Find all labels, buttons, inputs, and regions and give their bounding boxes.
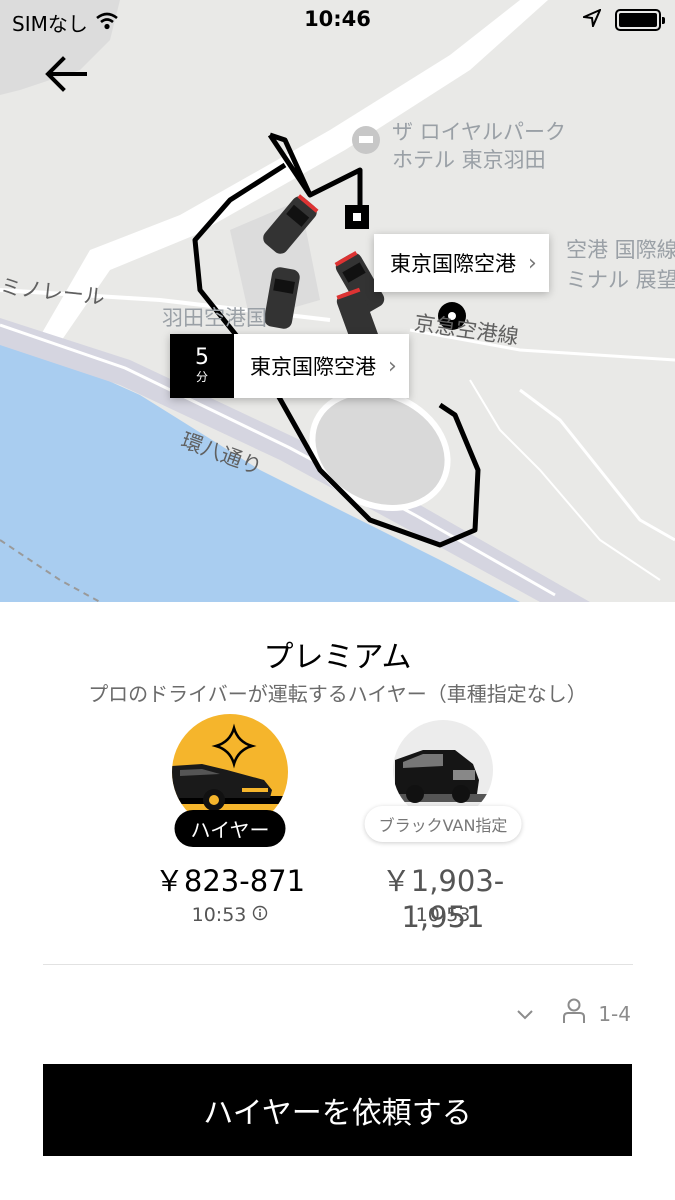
options-row: 1-4: [516, 998, 631, 1029]
vehicle-name-chip: ブラックVAN指定: [364, 806, 522, 842]
person-icon: [562, 998, 586, 1029]
divider: [43, 964, 633, 965]
map-label-hotel: ザ ロイヤルパーク ホテル 東京羽田: [392, 120, 567, 172]
vehicle-eta-time: 10:53: [191, 904, 247, 926]
vehicle-name-chip: ハイヤー: [174, 810, 286, 847]
pickup-tag-label: 東京国際空港: [390, 252, 516, 276]
back-button[interactable]: [40, 52, 92, 100]
vehicle-eta-time: 10:53: [415, 904, 471, 926]
seat-count-label: 1-4: [598, 1001, 631, 1026]
pickup-eta-value: 5: [195, 345, 209, 370]
vehicle-price: ￥823-871: [154, 864, 306, 898]
vehicle-eta: 10:53: [130, 904, 330, 926]
chevron-down-icon[interactable]: [516, 1002, 534, 1026]
pickup-tag-label: 東京国際空港: [250, 355, 376, 379]
map-label-terminal-2: ミナル 展望: [566, 268, 675, 292]
request-ride-button[interactable]: ハイヤーを依頼する: [43, 1064, 632, 1156]
product-title: プレミアム: [263, 640, 412, 675]
product-sheet: プレミアム プロのドライバーが運転するハイヤー（車種指定なし） ハイヤー ￥82…: [0, 602, 675, 1200]
vehicle-option-black-van[interactable]: ブラックVAN指定 ￥1,903-1,951 10:53: [343, 720, 543, 950]
info-icon[interactable]: [252, 904, 268, 926]
seat-count[interactable]: 1-4: [562, 998, 631, 1029]
pickup-tag-secondary[interactable]: 東京国際空港 ›: [374, 234, 549, 292]
pickup-eta-unit: 分: [195, 370, 208, 384]
product-description: プロのドライバーが運転するハイヤー（車種指定なし）: [88, 682, 587, 706]
vehicle-image-black-van: [393, 720, 493, 820]
status-time: 10:46: [304, 7, 371, 31]
map-view[interactable]: ザ ロイヤルパーク ホテル 東京羽田 ミノレール 羽田空港国 京急空港線 環八通…: [0, 0, 675, 602]
chevron-right-icon: ›: [388, 353, 397, 379]
map-label-terminal: 空港 国際線: [566, 238, 675, 262]
status-bar: SIMなし 10:46: [0, 0, 675, 40]
vehicle-eta: 10:53: [343, 904, 543, 926]
arrow-left-icon: [45, 56, 87, 96]
location-arrow-icon: [580, 8, 602, 32]
pickup-eta-badge: 5 分: [170, 334, 234, 398]
vehicle-option-hire[interactable]: ハイヤー ￥823-871 10:53: [130, 714, 330, 944]
battery-icon: [615, 9, 665, 31]
pickup-tag-main[interactable]: 5 分 東京国際空港 ›: [170, 334, 409, 398]
map-label-haneda-line: 羽田空港国: [162, 306, 267, 330]
chevron-right-icon: ›: [528, 250, 537, 276]
